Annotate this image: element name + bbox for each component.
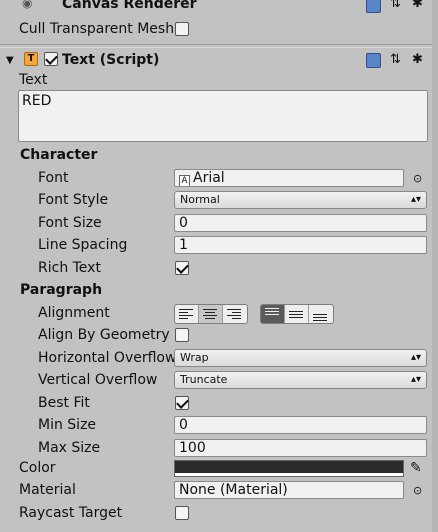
line-spacing-label: Line Spacing — [38, 237, 128, 253]
cull-transparent-mesh-checkbox[interactable] — [175, 22, 189, 36]
min-size-input[interactable]: 0 — [174, 416, 427, 434]
align-middle-button[interactable] — [285, 305, 309, 323]
line-spacing-input[interactable]: 1 — [174, 236, 427, 254]
inspector-scrollbar[interactable] — [432, 0, 438, 532]
font-object-field[interactable]: A Arial — [174, 169, 404, 187]
align-top-button[interactable] — [261, 305, 285, 323]
font-style-dropdown[interactable]: Normal ▴▾ — [174, 191, 427, 209]
align-bottom-button[interactable] — [309, 305, 333, 323]
foldout-arrow-icon[interactable]: ▼ — [6, 52, 14, 70]
canvas-renderer-header: ◉ Canvas Renderer ⇅ ✱ — [0, 0, 438, 16]
align-bottom-icon — [313, 314, 329, 323]
rich-text-label: Rich Text — [38, 260, 101, 276]
align-by-geometry-label: Align By Geometry — [38, 327, 170, 343]
color-field[interactable] — [174, 460, 404, 477]
raycast-target-label: Raycast Target — [19, 505, 123, 521]
text-script-icon: T — [24, 52, 38, 66]
material-label: Material — [19, 482, 76, 498]
material-object-field[interactable]: None (Material) — [174, 481, 404, 499]
align-center-icon — [203, 309, 219, 321]
align-top-icon — [265, 308, 281, 320]
text-label: Text — [19, 72, 48, 88]
max-size-input[interactable]: 100 — [174, 439, 427, 457]
dropdown-arrow-icon: ▴▾ — [410, 194, 421, 205]
font-asset-icon: A — [179, 175, 190, 186]
settings-gear-icon[interactable]: ✱ — [412, 0, 423, 13]
help-icon[interactable] — [366, 0, 381, 13]
font-size-label: Font Size — [38, 215, 102, 231]
best-fit-checkbox[interactable] — [175, 396, 189, 410]
vertical-overflow-dropdown[interactable]: Truncate ▴▾ — [174, 371, 427, 389]
color-label: Color — [19, 460, 56, 476]
preset-icon[interactable]: ⇅ — [390, 51, 401, 69]
rich-text-checkbox[interactable] — [175, 261, 189, 275]
divider — [0, 44, 438, 45]
vertical-overflow-value: Truncate — [180, 373, 228, 386]
font-style-label: Font Style — [38, 192, 109, 208]
settings-gear-icon[interactable]: ✱ — [412, 51, 423, 69]
font-size-input[interactable]: 0 — [174, 214, 427, 232]
align-left-button[interactable] — [175, 305, 199, 323]
text-component-header: ▼ T Text (Script) ⇅ ✱ — [0, 50, 438, 72]
text-area[interactable]: RED — [18, 90, 428, 142]
canvas-renderer-title: Canvas Renderer — [62, 0, 197, 12]
font-label: Font — [38, 170, 69, 186]
eyedropper-icon[interactable]: ✎ — [410, 459, 422, 477]
align-right-button[interactable] — [223, 305, 247, 323]
horizontal-alignment-group — [174, 304, 248, 324]
vertical-overflow-label: Vertical Overflow — [38, 372, 158, 388]
horizontal-overflow-dropdown[interactable]: Wrap ▴▾ — [174, 349, 427, 367]
text-component-title: Text (Script) — [62, 52, 160, 68]
preset-icon[interactable]: ⇅ — [390, 0, 401, 13]
min-size-label: Min Size — [38, 417, 97, 433]
text-area-value: RED — [22, 93, 52, 109]
color-alpha-bar — [175, 473, 403, 476]
raycast-target-checkbox[interactable] — [175, 506, 189, 520]
horizontal-overflow-label: Horizontal Overflow — [38, 350, 177, 366]
divider — [0, 47, 438, 48]
max-size-label: Max Size — [38, 440, 101, 456]
help-icon[interactable] — [366, 53, 381, 68]
align-middle-icon — [289, 311, 305, 323]
dropdown-arrow-icon: ▴▾ — [410, 352, 421, 363]
text-component-enabled-checkbox[interactable] — [44, 52, 58, 66]
best-fit-label: Best Fit — [38, 395, 90, 411]
align-by-geometry-checkbox[interactable] — [175, 328, 189, 342]
font-value: Arial — [193, 170, 225, 186]
alignment-label: Alignment — [38, 305, 110, 321]
align-left-icon — [179, 309, 195, 321]
horizontal-overflow-value: Wrap — [180, 351, 209, 364]
vertical-alignment-group — [260, 304, 334, 324]
cull-transparent-mesh-label: Cull Transparent Mesh — [19, 21, 175, 37]
object-picker-icon[interactable]: ⊙ — [413, 170, 422, 188]
align-center-button[interactable] — [199, 305, 223, 323]
object-picker-icon[interactable]: ⊙ — [413, 482, 422, 500]
paragraph-section-header: Paragraph — [20, 282, 103, 298]
font-style-value: Normal — [180, 193, 220, 206]
character-section-header: Character — [20, 147, 98, 163]
dropdown-arrow-icon: ▴▾ — [410, 374, 421, 385]
align-right-icon — [227, 309, 243, 321]
component-visibility-icon: ◉ — [22, 0, 33, 10]
